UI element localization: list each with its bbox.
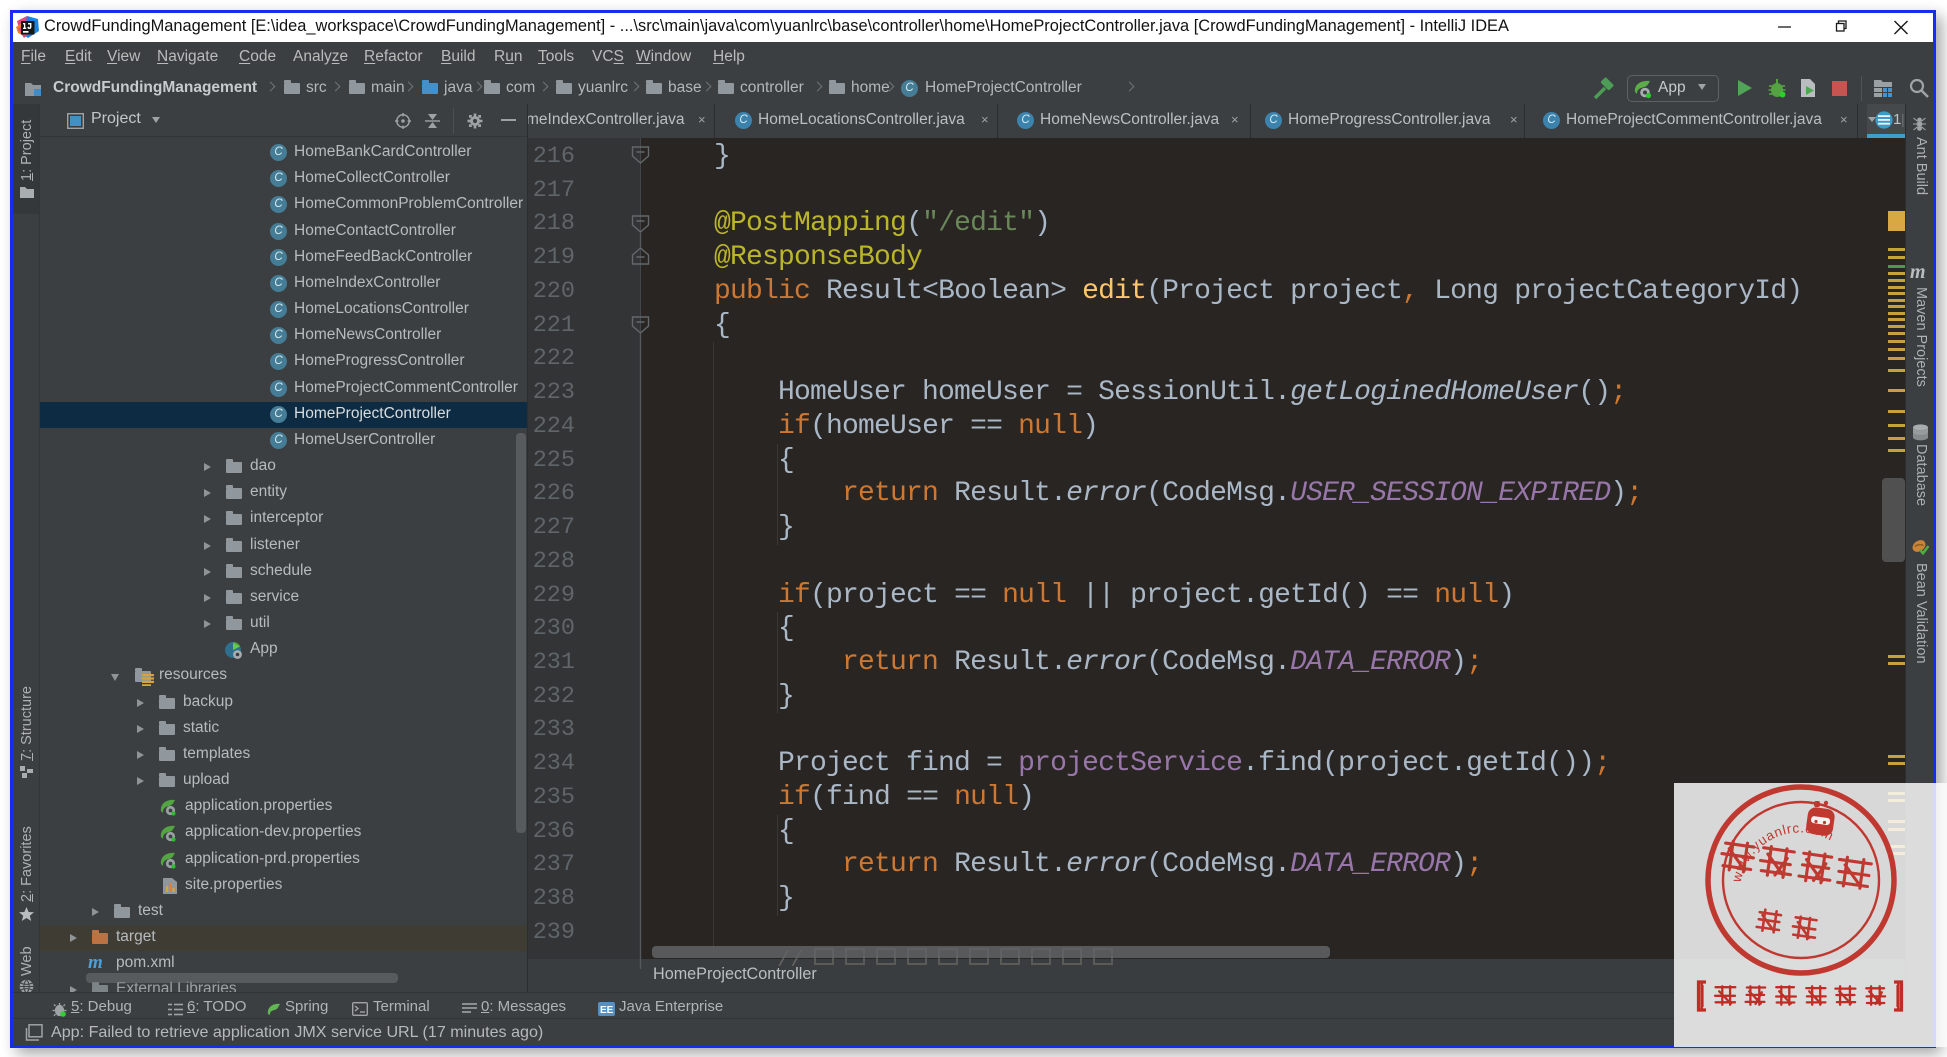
- svg-text:EE: EE: [600, 1005, 614, 1016]
